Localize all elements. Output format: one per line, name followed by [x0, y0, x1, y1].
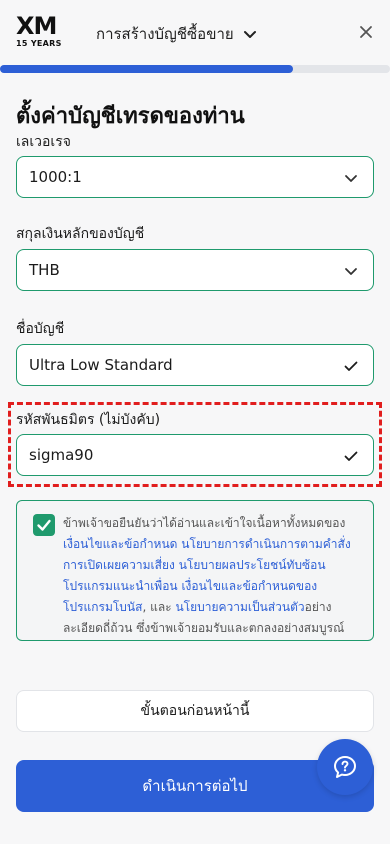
- currency-select[interactable]: THB: [16, 249, 374, 291]
- progress-bar: [0, 65, 390, 73]
- currency-label: สกุลเงินหลักของบัญชี: [16, 226, 145, 242]
- chevron-down-icon: [345, 268, 357, 275]
- xm-logo[interactable]: XM 15 YEARS: [16, 14, 66, 50]
- currency-value: THB: [29, 261, 60, 279]
- check-icon: [37, 519, 51, 531]
- account-name-field[interactable]: [16, 344, 374, 386]
- risk-disclosure-link[interactable]: การเปิดเผยความเสี่ยง: [63, 558, 175, 572]
- refer-friend-link[interactable]: โปรแกรมแนะนำเพื่อน: [63, 579, 178, 593]
- close-icon[interactable]: [358, 24, 374, 40]
- check-icon: [344, 361, 358, 371]
- progress-fill: [0, 65, 293, 73]
- agreement-text-2: ของ: [324, 516, 346, 530]
- agreement-text-8: , และ: [142, 600, 176, 614]
- agreement-text-1: ข้าพเจ้าขอยืนยันว่าได้อ่านและเข้าใจเนื้อ…: [63, 516, 325, 530]
- leverage-label: เลเวอเรจ: [16, 134, 71, 150]
- logo-mark: XM: [16, 12, 57, 40]
- agreement-box: ข้าพเจ้าขอยืนยันว่าได้อ่านและเข้าใจเนื้อ…: [16, 500, 374, 641]
- order-execution-link[interactable]: นโยบายการดำเนินการตามคำสั่ง: [181, 537, 350, 551]
- terms-link[interactable]: เงื่อนไขและข้อกำหนด: [63, 537, 177, 551]
- chat-support-button[interactable]: [317, 739, 373, 795]
- leverage-select[interactable]: 1000:1: [16, 156, 374, 198]
- account-name-label: ชื่อบัญชี: [16, 321, 65, 337]
- referral-input[interactable]: [29, 446, 329, 464]
- referral-field[interactable]: [16, 434, 374, 476]
- page-title: ตั้งค่าบัญชีเทรดของท่าน: [16, 104, 245, 129]
- agreement-text: ข้าพเจ้าขอยืนยันว่าได้อ่านและเข้าใจเนื้อ…: [63, 513, 359, 639]
- agreement-checkbox[interactable]: [33, 514, 55, 536]
- conflict-of-interest-link[interactable]: นโยบายผลประโยชน์ทับซ้อน: [179, 558, 326, 572]
- referral-label: รหัสพันธมิตร (ไม่บังคับ): [16, 412, 161, 428]
- header-title-dropdown[interactable]: การสร้างบัญชีซื้อขาย: [96, 22, 258, 46]
- leverage-value: 1000:1: [29, 168, 82, 186]
- check-icon: [344, 451, 358, 461]
- chat-help-icon: [334, 756, 356, 778]
- account-name-input[interactable]: [29, 356, 329, 374]
- chevron-down-icon: [345, 175, 357, 182]
- chevron-down-icon: [243, 31, 256, 38]
- previous-step-button[interactable]: ขั้นตอนก่อนหน้านี้: [16, 690, 374, 732]
- logo-subtext: 15 YEARS: [16, 39, 62, 48]
- header: XM 15 YEARS การสร้างบัญชีซื้อขาย: [0, 0, 390, 64]
- header-title: การสร้างบัญชีซื้อขาย: [96, 25, 234, 43]
- privacy-policy-link[interactable]: นโยบายความเป็นส่วนตัว: [175, 600, 304, 614]
